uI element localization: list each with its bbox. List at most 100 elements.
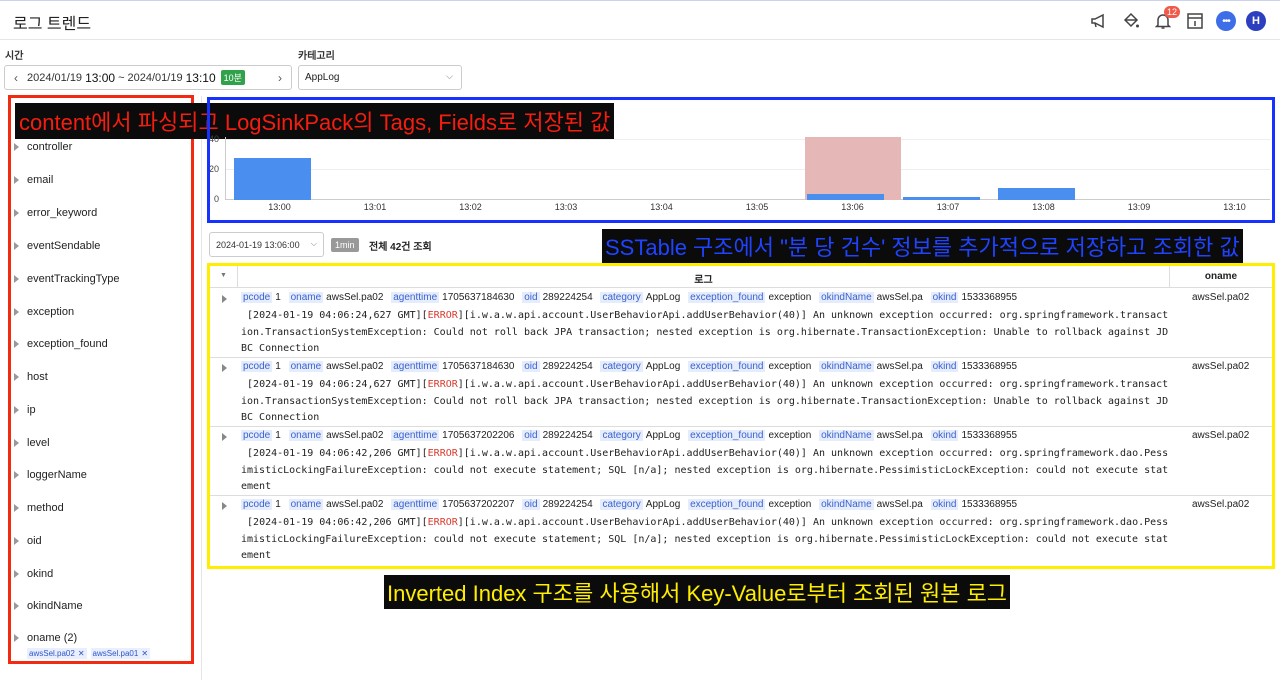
time-end-date: 2024/01/19: [127, 71, 183, 84]
top-bar: 로그 트렌드 12 ••• H: [0, 0, 1280, 40]
tag-key: category: [600, 292, 643, 303]
chart-bar[interactable]: [998, 188, 1075, 200]
tag-value: awsSel.pa02: [326, 292, 384, 303]
log-prefix: [2024-01-19 04:06:42,206 GMT][: [241, 517, 428, 528]
tag-key: okind: [930, 292, 959, 303]
x-tick-label: 13:01: [363, 202, 387, 212]
tag-key: category: [600, 499, 643, 510]
tag-value: 1705637184630: [442, 361, 515, 372]
log-message: [2024-01-19 04:06:42,206 GMT][ERROR][i.w…: [241, 515, 1171, 565]
tag-key: oid: [522, 292, 540, 303]
table-row[interactable]: pcode 1 oname awsSel.pa02 agenttime 1705637…: [210, 496, 1272, 565]
expand-all-icon[interactable]: ▼: [210, 266, 238, 288]
tag-value: 289224254: [542, 292, 593, 303]
tag-key: oid: [522, 499, 540, 510]
x-tick-label: 13:10: [1223, 202, 1246, 212]
paint-bucket-icon[interactable]: [1120, 10, 1142, 32]
tag-value: 1533368955: [961, 292, 1018, 303]
red-annotation-frame: [8, 95, 194, 664]
chart-bar[interactable]: [807, 194, 884, 200]
column-header-log[interactable]: 로그: [238, 266, 1170, 288]
info-panel-icon[interactable]: [1184, 10, 1206, 32]
time-range-picker[interactable]: ‹ 2024/01/19 13:00 ~ 2024/01/19 13:10 10…: [4, 65, 292, 90]
column-header-oname[interactable]: oname: [1170, 266, 1272, 282]
expand-row-icon[interactable]: [222, 295, 227, 303]
tag-value: AppLog: [645, 292, 681, 303]
chevron-down-icon: ⌵: [446, 71, 453, 81]
selected-time-select[interactable]: 2024-01-19 13:06:00 ⌵: [209, 232, 324, 257]
time-span-badge: 10분: [220, 70, 245, 85]
tag-key: pcode: [241, 430, 273, 441]
avatar[interactable]: H: [1246, 11, 1266, 31]
tag-value: 289224254: [542, 361, 593, 372]
oname-cell: awsSel.pa02: [1192, 499, 1250, 510]
tag-value: AppLog: [645, 499, 681, 510]
gridline: [226, 169, 1270, 170]
tag-value: 1705637202206: [442, 430, 515, 441]
time-end: 13:10: [185, 70, 216, 85]
page-title: 로그 트렌드: [13, 16, 92, 33]
bell-icon[interactable]: 12: [1152, 6, 1180, 32]
tag-key: category: [600, 361, 643, 372]
log-level: ERROR: [427, 310, 458, 321]
tag-value: 1: [275, 430, 281, 441]
expand-row-icon[interactable]: [222, 364, 227, 372]
time-separator: ~: [118, 71, 125, 84]
expand-row-icon[interactable]: [222, 433, 227, 441]
tag-value: exception: [768, 499, 812, 510]
row-tags: pcode 1 oname awsSel.pa02 agenttime 1705637…: [241, 430, 1022, 441]
category-select[interactable]: AppLog ⌵: [298, 65, 462, 90]
tag-key: pcode: [241, 361, 273, 372]
tag-key: oid: [522, 361, 540, 372]
tag-value: awsSel.pa: [876, 292, 923, 303]
log-message: [2024-01-19 04:06:42,206 GMT][ERROR][i.w…: [241, 446, 1171, 496]
interval-badge: 1min: [331, 238, 359, 252]
chevron-down-icon: ⌵: [310, 239, 317, 248]
log-message: [2024-01-19 04:06:24,627 GMT][ERROR][i.w…: [241, 308, 1171, 358]
chat-icon[interactable]: •••: [1216, 11, 1236, 31]
histogram-chart[interactable]: [225, 137, 1270, 200]
tag-key: okindName: [819, 361, 874, 372]
expand-row-icon[interactable]: [222, 502, 227, 510]
tag-key: exception_found: [688, 430, 766, 441]
tag-key: agenttime: [391, 430, 440, 441]
log-prefix: [2024-01-19 04:06:42,206 GMT][: [241, 448, 428, 459]
tag-key: oname: [288, 292, 324, 303]
tag-key: pcode: [241, 499, 273, 510]
tag-key: oname: [288, 430, 324, 441]
yellow-annotation-label: Inverted Index 구조를 사용해서 Key-Value로부터 조회된…: [384, 575, 1011, 609]
table-row[interactable]: pcode 1 oname awsSel.pa02 agenttime 1705637…: [210, 358, 1272, 427]
tag-key: agenttime: [391, 292, 440, 303]
y-tick-label: 20: [209, 164, 220, 174]
x-tick-label: 13:04: [650, 202, 673, 212]
log-level: ERROR: [427, 379, 458, 390]
tag-value: awsSel.pa: [876, 361, 923, 372]
x-tick-label: 13:06: [841, 202, 864, 212]
chart-bar[interactable]: [902, 197, 980, 200]
chevron-right-icon[interactable]: ›: [269, 71, 291, 85]
oname-cell: awsSel.pa02: [1192, 292, 1250, 303]
oname-cell: awsSel.pa02: [1192, 361, 1250, 372]
log-message: [2024-01-19 04:06:24,627 GMT][ERROR][i.w…: [241, 377, 1171, 427]
tag-value: 1533368955: [961, 499, 1018, 510]
table-row[interactable]: pcode 1 oname awsSel.pa02 agenttime 1705637…: [210, 289, 1272, 358]
megaphone-icon[interactable]: [1088, 10, 1110, 32]
tag-key: agenttime: [391, 361, 440, 372]
tag-key: okindName: [819, 499, 874, 510]
tag-value: AppLog: [645, 361, 681, 372]
tag-key: okind: [930, 361, 959, 372]
tag-value: 1: [275, 292, 281, 303]
tag-value: 1705637184630: [442, 292, 515, 303]
tag-value: awsSel.pa: [876, 430, 923, 441]
tag-key: exception_found: [688, 292, 766, 303]
chevron-left-icon[interactable]: ‹: [5, 71, 27, 85]
category-label: 카테고리: [298, 51, 335, 62]
tag-value: AppLog: [645, 430, 681, 441]
tag-value: 1: [275, 499, 281, 510]
log-level: ERROR: [427, 448, 458, 459]
chart-bar[interactable]: [234, 158, 311, 200]
oname-cell: awsSel.pa02: [1192, 430, 1250, 441]
tag-value: awsSel.pa02: [326, 430, 384, 441]
row-tags: pcode 1 oname awsSel.pa02 agenttime 1705637…: [241, 499, 1022, 510]
table-row[interactable]: pcode 1 oname awsSel.pa02 agenttime 1705637…: [210, 427, 1272, 496]
